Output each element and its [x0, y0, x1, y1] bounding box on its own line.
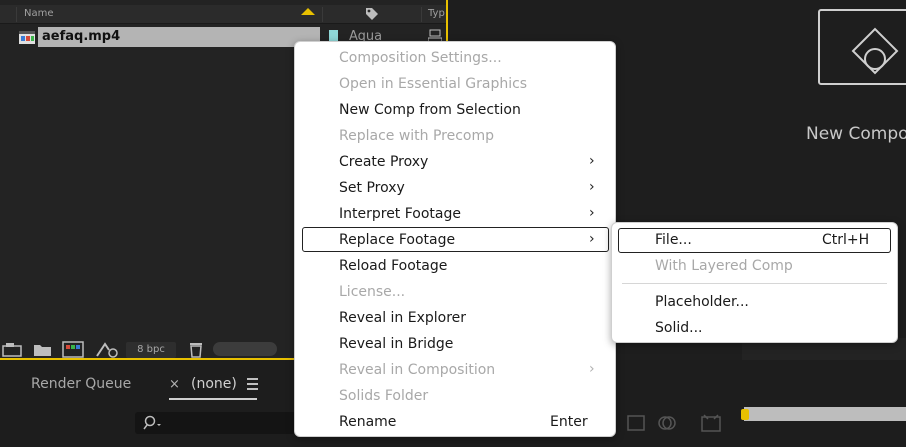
type-column-header[interactable]: Typ [428, 8, 445, 19]
submenu-chevron-icon: › [589, 179, 595, 195]
menu-item-rename[interactable]: Rename [339, 414, 396, 430]
menu-item-create-proxy[interactable]: Create Proxy [339, 154, 428, 170]
menu-item-license: License... [339, 284, 406, 300]
new-folder-icon[interactable] [33, 342, 53, 358]
layer-switch-icon[interactable] [626, 414, 648, 432]
menu-item-reveal-in-explorer[interactable]: Reveal in Explorer [339, 310, 466, 326]
timeline-search-input[interactable] [135, 412, 305, 434]
submenu-item-file[interactable]: File... [655, 232, 692, 248]
menu-item-replace-footage[interactable]: Replace Footage [339, 232, 455, 248]
active-tab-underline [169, 398, 257, 400]
footage-file-icon [19, 31, 35, 44]
menu-item-reveal-in-composition: Reveal in Composition [339, 362, 496, 378]
context-menu: Composition Settings... Open in Essentia… [294, 41, 616, 437]
submenu-chevron-icon: › [589, 205, 595, 221]
trash-icon[interactable] [188, 341, 204, 358]
name-column-header[interactable]: Name [24, 8, 54, 19]
submenu-chevron-icon: › [589, 231, 595, 247]
menu-item-set-proxy[interactable]: Set Proxy [339, 180, 405, 196]
work-area-start-handle[interactable] [741, 409, 749, 420]
tab-composition-none[interactable]: (none) [191, 376, 237, 392]
menu-item-solids-folder: Solids Folder [339, 388, 429, 404]
new-composition-label[interactable]: New Compos [806, 124, 906, 144]
submenu-item-placeholder[interactable]: Placeholder... [655, 294, 749, 310]
color-depth-button[interactable]: 8 bpc [126, 342, 176, 358]
menu-item-composition-settings: Composition Settings... [339, 50, 502, 66]
project-column-header: Name Typ [0, 5, 446, 24]
column-divider[interactable] [322, 7, 323, 22]
work-area-bar[interactable] [744, 407, 906, 421]
tab-render-queue[interactable]: Render Queue [31, 376, 131, 392]
motion-blur-icon[interactable] [658, 414, 680, 432]
submenu-item-solid[interactable]: Solid... [655, 320, 702, 336]
menu-item-reload-footage[interactable]: Reload Footage [339, 258, 447, 274]
item-name[interactable]: aefaq.mp4 [42, 29, 120, 44]
new-composition-tile[interactable] [818, 9, 906, 85]
composition-icon [851, 27, 899, 75]
rename-shortcut: Enter [550, 414, 588, 430]
replace-footage-submenu: File... Ctrl+H With Layered Comp Placeho… [611, 222, 898, 343]
column-divider[interactable] [16, 7, 17, 22]
search-icon [143, 415, 161, 430]
submenu-item-with-layered-comp: With Layered Comp [655, 258, 793, 274]
label-tag-icon[interactable] [364, 6, 380, 22]
sort-ascending-icon[interactable] [301, 8, 315, 15]
menu-item-new-comp-from-selection[interactable]: New Comp from Selection [339, 102, 521, 118]
submenu-chevron-icon: › [589, 361, 595, 377]
new-composition-icon[interactable] [62, 341, 84, 358]
column-divider[interactable] [421, 7, 422, 22]
graph-editor-icon[interactable] [700, 413, 722, 433]
close-tab-icon[interactable]: × [169, 377, 180, 392]
file-shortcut: Ctrl+H [822, 232, 870, 248]
interpret-footage-icon[interactable] [2, 342, 24, 358]
menu-item-interpret-footage[interactable]: Interpret Footage [339, 206, 461, 222]
project-settings-icon[interactable] [95, 341, 119, 358]
panel-menu-icon[interactable] [247, 378, 258, 393]
menu-item-open-in-essential-graphics: Open in Essential Graphics [339, 76, 528, 92]
menu-separator [622, 283, 887, 284]
menu-item-reveal-in-bridge[interactable]: Reveal in Bridge [339, 336, 453, 352]
menu-item-replace-with-precomp: Replace with Precomp [339, 128, 495, 144]
submenu-chevron-icon: › [589, 153, 595, 169]
thumbnail-size-slider[interactable] [213, 342, 277, 356]
